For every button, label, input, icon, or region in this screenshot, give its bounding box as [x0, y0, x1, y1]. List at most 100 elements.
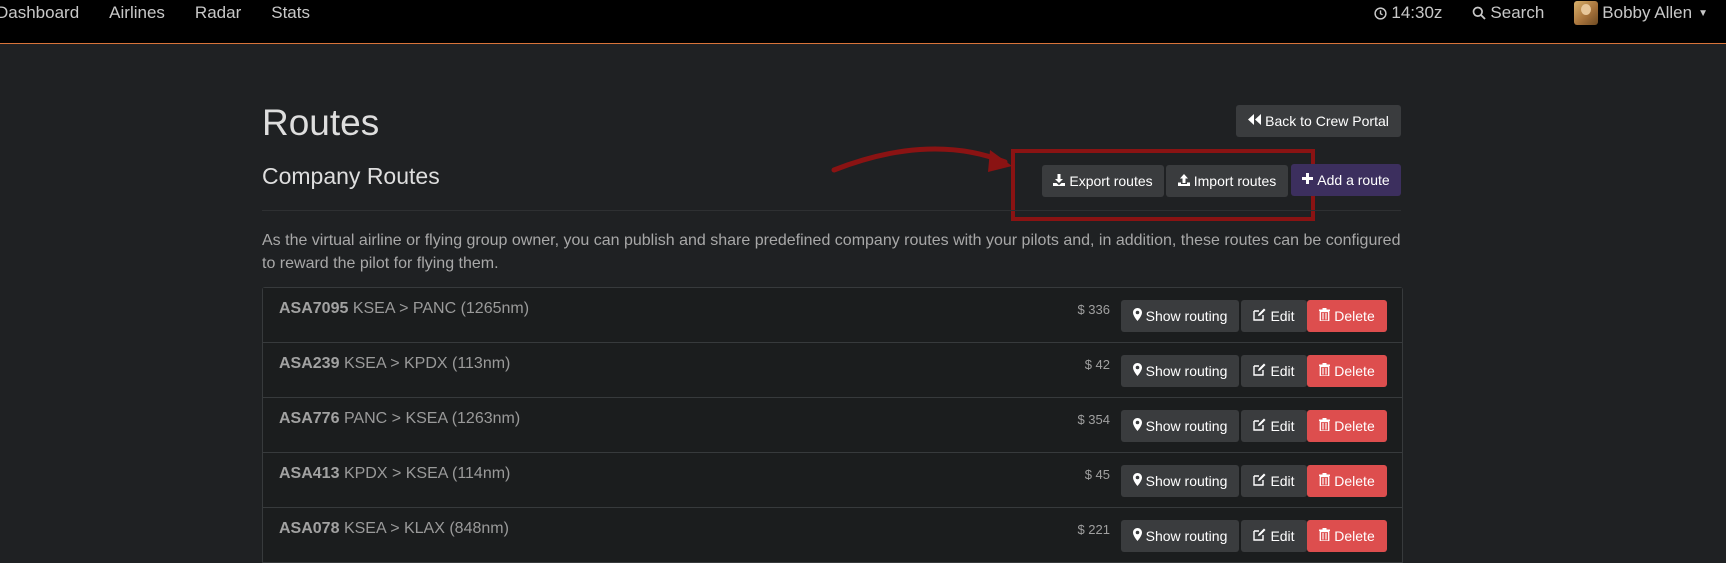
edit-icon — [1253, 528, 1266, 544]
import-routes-button[interactable]: Import routes — [1166, 165, 1288, 197]
map-marker-icon — [1132, 473, 1142, 489]
map-marker-icon — [1132, 308, 1142, 324]
edit-label: Edit — [1270, 308, 1295, 324]
nav-link-dashboard[interactable]: Dashboard — [0, 3, 79, 23]
route-reward: $ 336 — [1077, 302, 1110, 317]
search-label: Search — [1490, 3, 1545, 22]
route-code: ASA078 — [279, 520, 340, 537]
add-route-button[interactable]: Add a route — [1291, 164, 1401, 196]
divider — [262, 210, 1401, 211]
route-label: ASA239 KSEA > KPDX (113nm) — [279, 355, 510, 373]
edit-label: Edit — [1270, 528, 1295, 544]
nav-link-stats[interactable]: Stats — [271, 3, 310, 23]
trash-icon — [1319, 473, 1331, 489]
show-routing-label: Show routing — [1145, 418, 1228, 434]
section-title: Company Routes — [262, 163, 440, 189]
import-label: Import routes — [1193, 173, 1277, 189]
show-routing-label: Show routing — [1145, 363, 1228, 379]
upload-icon — [1177, 173, 1190, 189]
route-path: KSEA > KLAX (848nm) — [343, 520, 509, 537]
chevron-down-icon: ▼ — [1698, 7, 1708, 19]
description: As the virtual airline or flying group o… — [262, 232, 1401, 272]
clock-icon — [1374, 6, 1388, 20]
plus-icon — [1302, 173, 1314, 187]
route-row: ASA239 KSEA > KPDX (113nm) $ 42 Show rou… — [263, 343, 1402, 398]
show-routing-label: Show routing — [1145, 528, 1228, 544]
delete-label: Delete — [1334, 473, 1375, 489]
route-path: KSEA > KPDX (113nm) — [343, 355, 511, 372]
show-routing-label: Show routing — [1145, 473, 1228, 489]
route-code: ASA7095 — [279, 300, 349, 317]
route-reward: $ 42 — [1084, 357, 1110, 372]
nav-links: Dashboard Airlines Radar Stats — [0, 0, 340, 26]
clock-time: 14:30z — [1391, 3, 1443, 22]
edit-button[interactable]: Edit — [1241, 410, 1307, 442]
route-label: ASA413 KPDX > KSEA (114nm) — [279, 465, 510, 483]
top-navbar: Dashboard Airlines Radar Stats 14:30z Se… — [0, 0, 1726, 44]
route-path: KPDX > KSEA (114nm) — [343, 465, 511, 482]
route-row: ASA078 KSEA > KLAX (848nm) $ 221 Show ro… — [263, 508, 1402, 563]
edit-label: Edit — [1270, 363, 1295, 379]
map-marker-icon — [1132, 363, 1142, 379]
route-reward: $ 354 — [1077, 412, 1110, 427]
back-label: Back to Crew Portal — [1265, 113, 1389, 129]
edit-button[interactable]: Edit — [1241, 300, 1307, 332]
route-path: PANC > KSEA (1263nm) — [343, 410, 521, 427]
edit-label: Edit — [1270, 418, 1295, 434]
route-label: ASA078 KSEA > KLAX (848nm) — [279, 520, 509, 538]
edit-icon — [1253, 473, 1266, 489]
user-name: Bobby Allen — [1602, 3, 1693, 22]
edit-icon — [1253, 363, 1266, 379]
delete-button[interactable]: Delete — [1307, 355, 1387, 387]
search-link[interactable]: Search — [1472, 3, 1544, 23]
delete-label: Delete — [1334, 418, 1375, 434]
route-list: ASA7095 KSEA > PANC (1265nm) $ 336 Show … — [262, 287, 1403, 563]
trash-icon — [1319, 308, 1331, 324]
show-routing-button[interactable]: Show routing — [1121, 410, 1239, 442]
route-label: ASA776 PANC > KSEA (1263nm) — [279, 410, 520, 428]
show-routing-button[interactable]: Show routing — [1121, 355, 1239, 387]
export-label: Export routes — [1069, 173, 1153, 189]
search-icon — [1472, 6, 1487, 20]
route-code: ASA239 — [279, 355, 340, 372]
route-reward: $ 221 — [1077, 522, 1110, 537]
edit-icon — [1253, 418, 1266, 434]
avatar — [1574, 1, 1599, 25]
add-label: Add a route — [1317, 172, 1390, 188]
route-reward: $ 45 — [1084, 467, 1110, 482]
delete-button[interactable]: Delete — [1307, 465, 1387, 497]
edit-button[interactable]: Edit — [1241, 355, 1307, 387]
utc-clock: 14:30z — [1374, 3, 1442, 23]
route-label: ASA7095 KSEA > PANC (1265nm) — [279, 300, 529, 318]
backward-icon — [1248, 114, 1262, 128]
page-title: Routes — [262, 102, 380, 143]
delete-button[interactable]: Delete — [1307, 410, 1387, 442]
nav-link-airlines[interactable]: Airlines — [109, 3, 165, 23]
delete-label: Delete — [1334, 528, 1375, 544]
download-icon — [1053, 173, 1066, 189]
route-row: ASA7095 KSEA > PANC (1265nm) $ 336 Show … — [263, 288, 1402, 343]
show-routing-button[interactable]: Show routing — [1121, 300, 1239, 332]
user-menu[interactable]: Bobby Allen ▼ — [1574, 1, 1708, 25]
delete-label: Delete — [1334, 363, 1375, 379]
export-routes-button[interactable]: Export routes — [1042, 165, 1164, 197]
show-routing-button[interactable]: Show routing — [1121, 465, 1239, 497]
map-marker-icon — [1132, 528, 1142, 544]
delete-button[interactable]: Delete — [1307, 300, 1387, 332]
back-to-crew-portal-button[interactable]: Back to Crew Portal — [1236, 105, 1401, 137]
edit-button[interactable]: Edit — [1241, 465, 1307, 497]
route-row: ASA776 PANC > KSEA (1263nm) $ 354 Show r… — [263, 398, 1402, 453]
route-code: ASA776 — [279, 410, 340, 427]
nav-right: 14:30z Search Bobby Allen ▼ — [1374, 0, 1726, 26]
trash-icon — [1319, 363, 1331, 379]
delete-label: Delete — [1334, 308, 1375, 324]
trash-icon — [1319, 418, 1331, 434]
edit-label: Edit — [1270, 473, 1295, 489]
route-path: KSEA > PANC (1265nm) — [352, 300, 530, 317]
route-code: ASA413 — [279, 465, 340, 482]
edit-icon — [1253, 308, 1266, 324]
show-routing-label: Show routing — [1145, 308, 1228, 324]
route-row: ASA413 KPDX > KSEA (114nm) $ 45 Show rou… — [263, 453, 1402, 508]
nav-link-radar[interactable]: Radar — [195, 3, 241, 23]
map-marker-icon — [1132, 418, 1142, 434]
